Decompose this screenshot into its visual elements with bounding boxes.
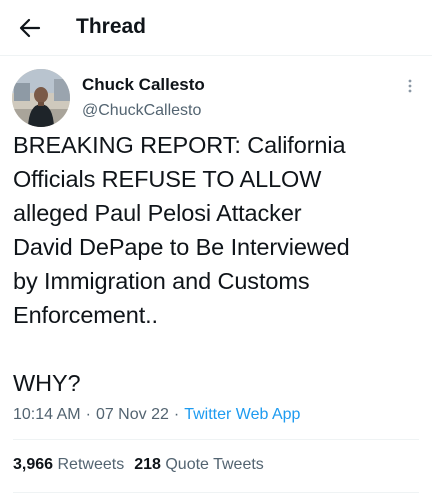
more-options-button[interactable] [398,76,422,96]
retweets-label: Retweets [57,456,125,473]
profile-photo [12,69,70,127]
retweets-stat[interactable]: 3,966 Retweets [13,456,124,473]
quote-tweets-label: Quote Tweets [165,456,264,473]
more-vertical-icon [408,79,412,93]
tweet-time[interactable]: 10:14 AM [13,406,81,423]
arrow-left-icon [19,18,41,38]
author-display-name[interactable]: Chuck Callesto [82,74,205,96]
tweet-date[interactable]: 07 Nov 22 [96,406,169,423]
tweet-text: BREAKING REPORT: California Officials RE… [13,132,350,396]
meta-separator: · [173,406,180,423]
divider [13,439,419,440]
tweet-stats: 3,966 Retweets 218 Quote Tweets [13,454,274,476]
divider [13,492,419,493]
back-button[interactable] [14,13,46,43]
quote-tweets-stat[interactable]: 218 Quote Tweets [134,456,264,473]
meta-separator: · [85,406,91,423]
quote-tweets-count: 218 [134,456,161,473]
tweet-meta: 10:14 AM · 07 Nov 22 · Twitter Web App [13,404,300,426]
retweets-count: 3,966 [13,456,54,473]
thread-header: Thread [0,0,432,56]
author-handle[interactable]: @ChuckCallesto [82,100,201,122]
page-title: Thread [76,15,147,38]
tweet-source-link[interactable]: Twitter Web App [184,406,300,423]
avatar[interactable] [12,69,70,127]
